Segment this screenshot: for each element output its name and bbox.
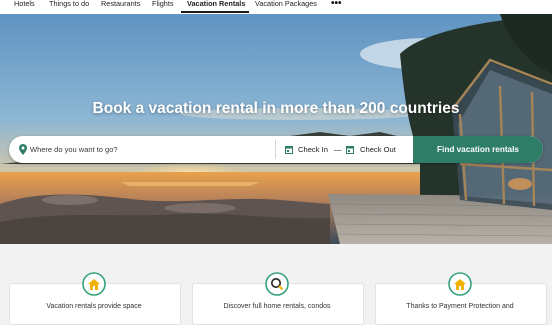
calendar-icon bbox=[285, 146, 293, 154]
hero-banner: Book a vacation rental in more than 200 … bbox=[0, 14, 552, 244]
house-icon bbox=[82, 272, 106, 296]
find-vacation-rentals-button[interactable]: Find vacation rentals bbox=[413, 136, 543, 163]
check-out-label: Check Out bbox=[360, 145, 396, 154]
hero-title: Book a vacation rental in more than 200 … bbox=[92, 100, 460, 117]
calendar-icon bbox=[346, 146, 354, 154]
destination-input[interactable] bbox=[30, 143, 270, 156]
more-dots-icon[interactable]: ••• bbox=[331, 0, 342, 11]
search-divider bbox=[275, 140, 276, 159]
nav-item-hotels[interactable]: Hotels bbox=[14, 0, 35, 11]
nav-item-restaurants[interactable]: Restaurants bbox=[101, 0, 140, 11]
nav-item-vacation-packages[interactable]: Vacation Packages bbox=[255, 0, 317, 11]
hero-landscape-image bbox=[0, 14, 552, 244]
search-bar: Check In — Check Out Find vacation renta… bbox=[9, 136, 543, 163]
map-pin-icon bbox=[19, 144, 27, 155]
feature-text: Thanks to Payment Protection and bbox=[406, 303, 514, 310]
nav-item-things-to-do[interactable]: Things to do bbox=[49, 0, 89, 11]
date-separator: — bbox=[334, 145, 342, 154]
feature-text: Vacation rentals provide space bbox=[46, 303, 142, 310]
top-nav: Hotels Things to do Restaurants Flights … bbox=[0, 0, 552, 14]
destination-field[interactable] bbox=[9, 136, 275, 163]
house-icon bbox=[448, 272, 472, 296]
active-tab-indicator bbox=[181, 11, 249, 13]
nav-item-flights[interactable]: Flights bbox=[152, 0, 174, 11]
nav-item-vacation-rentals[interactable]: Vacation Rentals bbox=[187, 0, 245, 11]
check-in-label: Check In bbox=[298, 145, 328, 154]
feature-text: Discover full home rentals, condos bbox=[223, 303, 331, 310]
search-icon bbox=[265, 272, 289, 296]
